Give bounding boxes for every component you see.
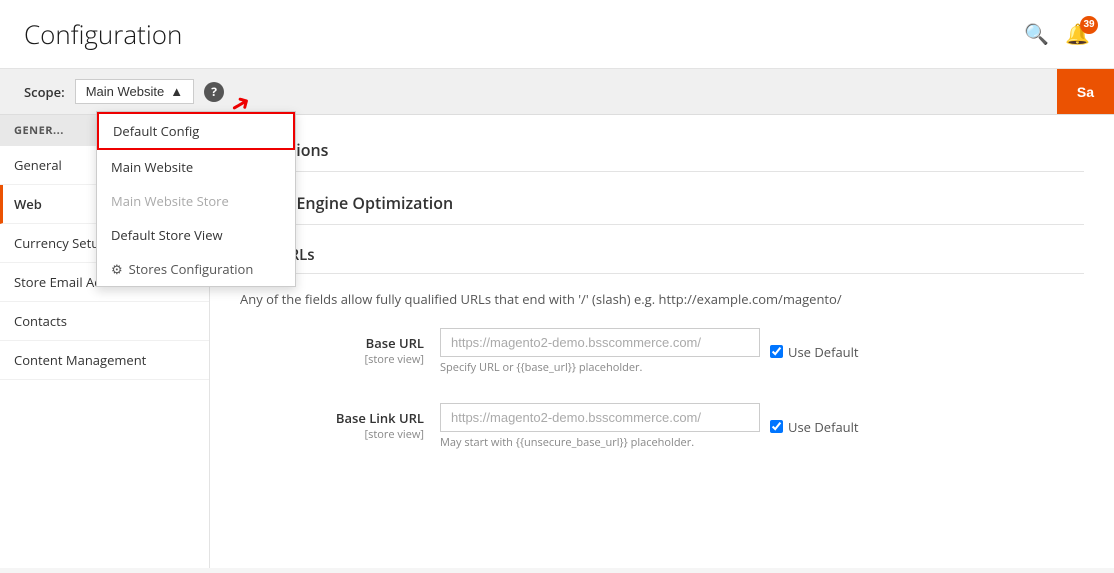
- page-title: Configuration: [24, 16, 182, 52]
- url-options-title: Url Options: [240, 139, 1084, 172]
- base-link-url-hint: May start with {{unsecure_base_url}} pla…: [440, 435, 760, 450]
- scope-label: Scope:: [24, 83, 65, 101]
- base-urls-desc: Any of the fields allow fully qualified …: [240, 290, 1084, 308]
- sidebar-item-label: Web: [14, 195, 42, 213]
- base-link-url-input-col: May start with {{unsecure_base_url}} pla…: [440, 403, 760, 450]
- main-content: Url Options Search Engine Optimization B…: [210, 115, 1114, 568]
- scope-select-button[interactable]: Main Website ▲: [75, 79, 194, 104]
- header-icons: 🔍 🔔 39: [1024, 22, 1090, 47]
- base-url-label-container: Base URL [store view]: [240, 328, 440, 367]
- base-link-url-label-container: Base Link URL [store view]: [240, 403, 440, 442]
- base-link-url-input[interactable]: [440, 403, 760, 432]
- dropdown-item-default-store-view[interactable]: Default Store View: [97, 218, 295, 252]
- search-icon: 🔍: [1024, 24, 1049, 46]
- base-link-url-use-default-checkbox[interactable]: [770, 420, 783, 433]
- sidebar-item-label: Currency Setup: [14, 234, 107, 252]
- sidebar-item-label: General: [14, 156, 62, 174]
- chevron-up-icon: ▲: [170, 84, 183, 99]
- dropdown-item-main-website[interactable]: Main Website: [97, 150, 295, 184]
- save-button[interactable]: Sa: [1057, 69, 1114, 114]
- dropdown-item-stores-config[interactable]: ⚙ Stores Configuration: [97, 252, 295, 286]
- notification-button[interactable]: 🔔 39: [1065, 22, 1090, 47]
- help-icon[interactable]: ?: [204, 82, 224, 102]
- sidebar-item-label: Content Management: [14, 351, 146, 369]
- search-button[interactable]: 🔍: [1024, 22, 1049, 47]
- base-url-label: Base URL: [240, 334, 424, 352]
- seo-title: Search Engine Optimization: [240, 192, 1084, 225]
- base-url-sublabel: [store view]: [240, 352, 424, 367]
- base-url-row: Base URL [store view] Specify URL or {{b…: [240, 328, 1084, 385]
- base-link-url-field: May start with {{unsecure_base_url}} pla…: [440, 403, 1084, 450]
- base-link-url-use-default-label[interactable]: Use Default: [770, 418, 859, 436]
- base-url-input[interactable]: [440, 328, 760, 357]
- sidebar-item-contacts[interactable]: Contacts: [0, 302, 209, 341]
- base-link-url-checkbox-label: Use Default: [788, 418, 859, 436]
- base-url-input-col: Specify URL or {{base_url}} placeholder.: [440, 328, 760, 375]
- base-url-field: Specify URL or {{base_url}} placeholder.…: [440, 328, 1084, 375]
- notification-badge: 39: [1080, 16, 1098, 34]
- base-url-hint: Specify URL or {{base_url}} placeholder.: [440, 360, 760, 375]
- sidebar-item-content-management[interactable]: Content Management: [0, 341, 209, 380]
- sidebar-item-label: Contacts: [14, 312, 67, 330]
- dropdown-item-main-website-store: Main Website Store: [97, 184, 295, 218]
- dropdown-item-label: Main Website Store: [111, 192, 229, 210]
- dropdown-item-label: Main Website: [111, 158, 193, 176]
- scope-bar: Scope: Main Website ▲ ? ➜ Default Config…: [0, 69, 1114, 115]
- scope-dropdown: Default Config Main Website Main Website…: [96, 111, 296, 287]
- scope-value: Main Website: [86, 84, 165, 99]
- dropdown-item-label: Default Config: [113, 122, 199, 140]
- base-url-use-default-checkbox[interactable]: [770, 345, 783, 358]
- base-url-use-default-label[interactable]: Use Default: [770, 343, 859, 361]
- dropdown-item-label: Stores Configuration: [129, 260, 254, 278]
- base-urls-title: Base URLs: [240, 245, 1084, 274]
- dropdown-item-label: Default Store View: [111, 226, 223, 244]
- base-link-url-sublabel: [store view]: [240, 427, 424, 442]
- base-link-url-row: Base Link URL [store view] May start wit…: [240, 403, 1084, 460]
- base-url-checkbox-label: Use Default: [788, 343, 859, 361]
- page-header: Configuration 🔍 🔔 39: [0, 0, 1114, 69]
- gear-icon: ⚙: [111, 260, 123, 278]
- dropdown-item-default-config[interactable]: Default Config: [97, 112, 295, 150]
- base-link-url-label: Base Link URL: [240, 409, 424, 427]
